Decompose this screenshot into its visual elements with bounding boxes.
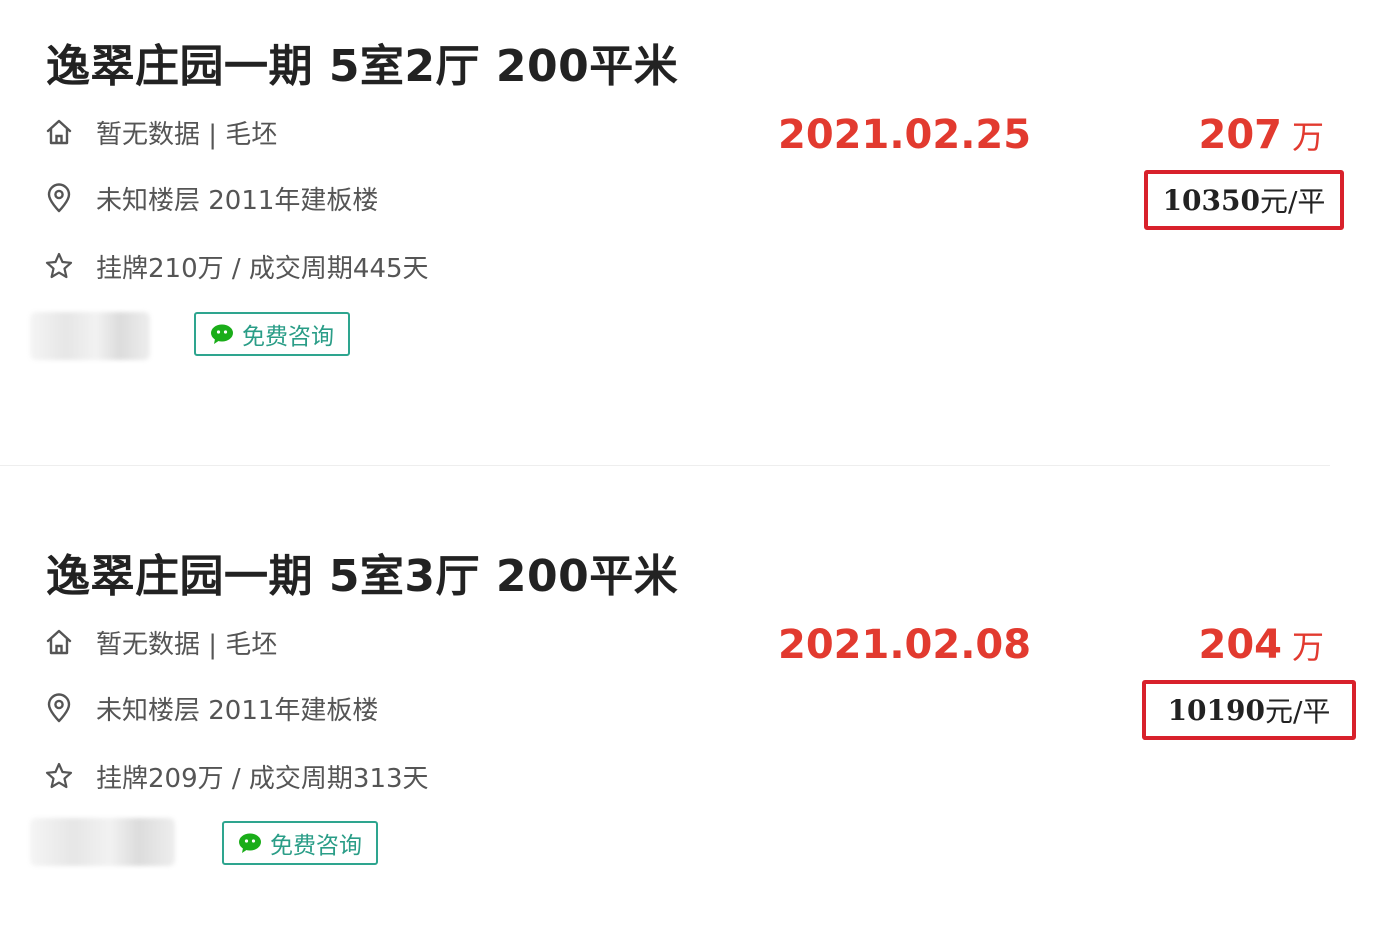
floor-year-text: 未知楼层 2011年建板楼 (96, 185, 379, 216)
listing-cycle-text: 挂牌210万 / 成交周期445天 (96, 253, 429, 284)
unit-price-suffix: 元/平 (1259, 185, 1326, 218)
wechat-icon (239, 833, 261, 853)
listing-divider (0, 465, 1330, 466)
total-price-unit: 万 (1291, 118, 1324, 156)
star-icon (45, 252, 73, 279)
house-info-row: 暂无数据 | 毛坯 (44, 622, 277, 662)
agent-avatar-blurred[interactable] (30, 818, 175, 866)
total-price: 204 万 (1198, 622, 1324, 668)
unit-price-box: 10190 元/平 (1142, 680, 1356, 740)
free-consult-button[interactable]: 免费咨询 (194, 312, 350, 356)
listing-card[interactable]: 逸翠庄园一期 5室2厅 200平米 暂无数据 | 毛坯 未知楼层 2011年建板… (0, 0, 1380, 420)
listing-cycle-row: 挂牌209万 / 成交周期313天 (44, 756, 429, 796)
house-icon (46, 629, 72, 655)
listing-title[interactable]: 逸翠庄园一期 5室3厅 200平米 (46, 540, 678, 604)
consult-label: 免费咨询 (242, 324, 334, 350)
unit-price-suffix: 元/平 (1264, 695, 1331, 728)
consult-label: 免费咨询 (270, 833, 362, 859)
house-info-row: 暂无数据 | 毛坯 (44, 112, 277, 152)
listing-cycle-row: 挂牌210万 / 成交周期445天 (44, 246, 429, 286)
unit-price-box: 10350 元/平 (1144, 170, 1344, 230)
deal-date: 2021.02.25 (778, 112, 1032, 158)
listing-title[interactable]: 逸翠庄园一期 5室2厅 200平米 (46, 30, 678, 94)
location-pin-icon (47, 693, 71, 723)
orientation-decoration-text: 暂无数据 | 毛坯 (96, 629, 278, 660)
total-price-unit: 万 (1291, 628, 1324, 666)
total-price-value: 207 (1198, 112, 1282, 158)
agent-avatar-blurred[interactable] (30, 312, 150, 360)
floor-info-row: 未知楼层 2011年建板楼 (44, 688, 378, 728)
wechat-icon (211, 324, 233, 344)
total-price-value: 204 (1198, 622, 1282, 668)
total-price: 207 万 (1198, 112, 1324, 158)
listing-cycle-text: 挂牌209万 / 成交周期313天 (96, 763, 429, 794)
house-icon (46, 119, 72, 145)
unit-price-value: 10190 (1167, 693, 1265, 727)
unit-price-value: 10350 (1162, 183, 1260, 217)
location-pin-icon (47, 183, 71, 213)
listing-card[interactable]: 逸翠庄园一期 5室3厅 200平米 暂无数据 | 毛坯 未知楼层 2011年建板… (0, 510, 1380, 930)
orientation-decoration-text: 暂无数据 | 毛坯 (96, 119, 278, 150)
floor-info-row: 未知楼层 2011年建板楼 (44, 178, 378, 218)
free-consult-button[interactable]: 免费咨询 (222, 821, 378, 865)
floor-year-text: 未知楼层 2011年建板楼 (96, 695, 379, 726)
star-icon (45, 762, 73, 789)
deal-date: 2021.02.08 (778, 622, 1032, 668)
